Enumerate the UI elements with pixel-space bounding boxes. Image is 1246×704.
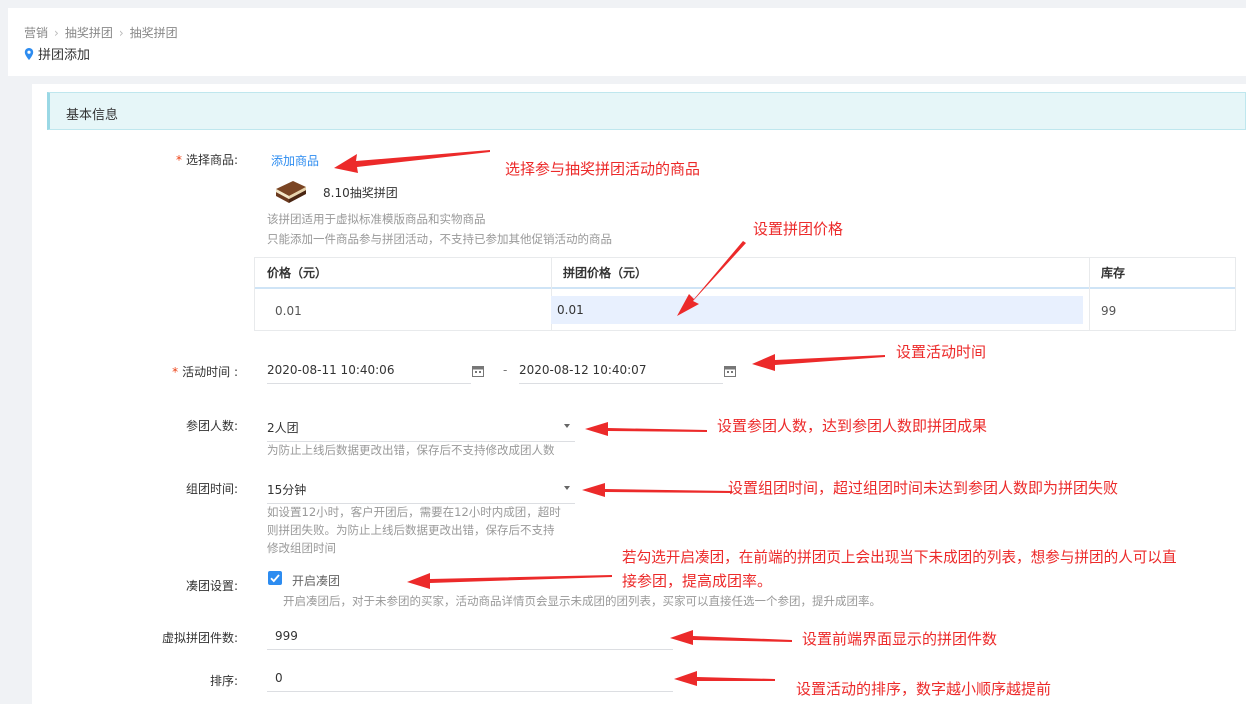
- annotation-gather-line-2: 接参团，提高成团率。: [622, 572, 773, 590]
- product-hint-1: 该拼团适用于虚拟标准模版商品和实物商品: [267, 212, 486, 226]
- group-size-select[interactable]: 2人团: [267, 414, 575, 442]
- page-title: 拼团添加: [24, 44, 90, 63]
- price-table: 价格（元） 拼团价格（元） 库存 0.01 0.01 99: [254, 257, 1236, 331]
- group-price-input[interactable]: 0.01: [551, 296, 1083, 324]
- annotation-virtual-count: 设置前端界面显示的拼团件数: [802, 630, 998, 648]
- add-product-link[interactable]: 添加商品: [271, 152, 319, 169]
- required-star: *: [175, 153, 182, 167]
- calendar-icon[interactable]: [724, 365, 736, 377]
- end-time-input[interactable]: 2020-08-12 10:40:07: [519, 356, 723, 384]
- breadcrumb-item-lottery-group[interactable]: 抽奖拼团: [65, 26, 113, 40]
- annotation-gather-line-1: 若勾选开启凑团，在前端的拼团页上会出现当下未成团的列表，想参与拼团的人可以直: [622, 549, 1177, 566]
- start-time-input[interactable]: 2020-08-11 10:40:06: [267, 356, 471, 384]
- checkmark-icon: [270, 574, 280, 583]
- required-star: *: [172, 365, 179, 379]
- group-size-label: 参团人数:: [185, 419, 238, 433]
- group-time-hint-1: 如设置12小时，客户开团后，需要在12小时内成团，超时: [267, 505, 561, 519]
- table-header-group-price: 拼团价格（元）: [551, 258, 1089, 289]
- section-title: 基本信息: [66, 108, 119, 123]
- annotation-group-time: 设置组团时间，超过组团时间未达到参团人数即为拼团失败: [728, 479, 1119, 497]
- sort-label: 排序:: [209, 674, 238, 688]
- breadcrumb-separator: ›: [118, 26, 124, 40]
- annotation-group-size: 设置参团人数，达到参团人数即拼团成果: [717, 417, 988, 435]
- annotation-activity-time: 设置活动时间: [896, 343, 987, 361]
- virtual-count-label: 虚拟拼团件数:: [161, 631, 238, 645]
- breadcrumb-separator: ›: [54, 26, 59, 40]
- group-time-hint-2: 则拼团失败。为防止上线后数据更改出错，保存后不支持: [267, 523, 555, 537]
- breadcrumb-item-current: 抽奖拼团: [129, 26, 178, 40]
- annotation-sort: 设置活动的排序，数字越小顺序越提前: [796, 680, 1052, 698]
- group-time-select[interactable]: 15分钟: [267, 476, 575, 504]
- gather-hint: 开启凑团后，对于未参团的买家，活动商品详情页会显示未成团的团列表，买家可以直接任…: [283, 594, 881, 608]
- product-label: * 选择商品:: [175, 153, 238, 167]
- group-size-hint: 为防止上线后数据更改出错，保存后不支持修改成团人数: [267, 443, 555, 457]
- sort-input[interactable]: 0: [267, 664, 673, 692]
- chevron-down-icon[interactable]: [564, 486, 570, 490]
- virtual-count-input[interactable]: 999: [267, 622, 673, 650]
- location-pin-icon: [24, 48, 34, 60]
- breadcrumb: 营销 › 抽奖拼团 › 抽奖拼团: [24, 24, 178, 41]
- table-cell-price: 0.01: [275, 304, 302, 318]
- breadcrumb-item-marketing[interactable]: 营销: [24, 26, 48, 40]
- group-time-label: 组团时间:: [185, 482, 238, 496]
- gather-checkbox-label[interactable]: 开启凑团: [292, 572, 340, 589]
- product-hint-2: 只能添加一件商品参与拼团活动，不支持已参加其他促销活动的商品: [267, 232, 612, 246]
- table-cell-stock: 99: [1101, 304, 1117, 318]
- header-card: 营销 › 抽奖拼团 › 抽奖拼团 拼团添加: [8, 8, 1246, 76]
- section-header: 基本信息: [47, 92, 1246, 130]
- product-thumbnail: [276, 181, 306, 203]
- table-header-stock: 库存: [1089, 258, 1235, 289]
- chevron-down-icon[interactable]: [564, 424, 570, 428]
- gather-label: 凑团设置:: [185, 579, 238, 593]
- page-title-text: 拼团添加: [38, 48, 91, 63]
- annotation-product: 选择参与抽奖拼团活动的商品: [505, 160, 701, 178]
- time-range-separator: -: [503, 363, 508, 377]
- calendar-icon[interactable]: [472, 365, 484, 377]
- gather-checkbox[interactable]: [268, 571, 282, 585]
- product-name: 8.10抽奖拼团: [323, 186, 398, 200]
- activity-time-label: * 活动时间 :: [172, 365, 238, 379]
- table-header-price: 价格（元）: [255, 258, 551, 289]
- group-time-hint-3: 修改组团时间: [267, 541, 336, 555]
- annotation-group-price: 设置拼团价格: [753, 220, 844, 238]
